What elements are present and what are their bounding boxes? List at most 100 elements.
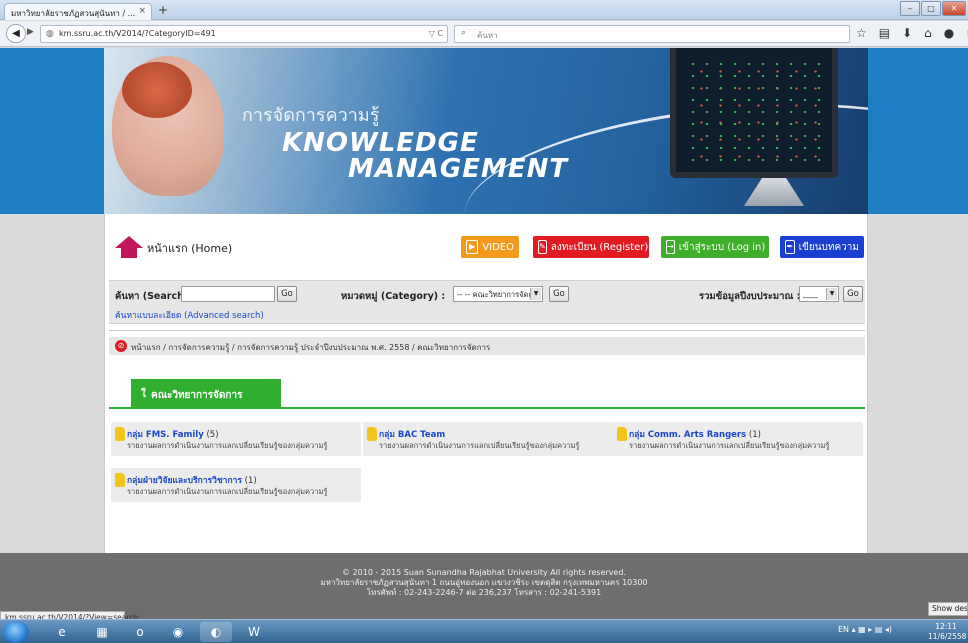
outlook-icon[interactable]: o [124,622,156,642]
group-item[interactable]: กลุ่ม BAC Team รายงานผลการดำเนินงานการแล… [363,422,613,456]
divider [109,330,865,331]
folder-icon [367,427,377,441]
budget-year-select[interactable]: ____ ▼ [799,286,839,302]
category-select[interactable]: -- -- คณะวิทยาการจัดการ ▼ [453,286,543,302]
browser-tab[interactable]: มหาวิทยาลัยราชภัฏสวนสุนันทา / ... × [4,3,152,20]
back-arrow-icon[interactable]: ◀ [6,24,26,43]
breadcrumb-text[interactable]: หน้าแรก / การจัดการความรู้ / การจัดการคว… [131,343,490,352]
contact: โทรศัพท์ : 02-243-2246-7 ต่อ 236,237 โทร… [366,588,602,597]
login-button[interactable]: → เข้าสู่ระบบ (Log in) [661,236,769,258]
language-indicator[interactable]: EN [838,625,849,634]
video-button[interactable]: ▶ VIDEO [461,236,519,258]
chrome-icon[interactable]: ◉ [162,622,194,642]
login-arrow-icon: → [666,240,675,254]
budget-year-selected: ____ [803,289,818,298]
write-label: เขียนบทความ [798,241,859,253]
folder-icon [115,427,125,441]
register-button[interactable]: ✎ ลงทะเบียน (Register) [533,236,649,258]
new-tab-button[interactable]: + [158,3,168,17]
category-tab-label: คณะวิทยาการจัดการ [151,390,243,401]
close-tab-icon[interactable]: × [138,6,146,16]
browser-toolbar: ☆ ▤ ⬇ ⌂ ● ≡ [856,26,968,40]
folder-icon [115,473,125,487]
breadcrumb: ⊘ หน้าแรก / การจัดการความรู้ / การจัดการ… [109,337,865,355]
close-window-icon[interactable]: ✕ [942,1,966,16]
system-tray[interactable]: EN ▴ ▦ ▸ ▤ ◂) [838,625,892,634]
home-icon[interactable]: ⌂ [924,26,932,40]
word-icon[interactable]: W [238,622,270,642]
show-desktop-tooltip: Show desktop [928,602,968,616]
group-desc: รายงานผลการดำเนินงานการแลกเปลี่ยนเรียนรู… [379,441,580,450]
forward-arrow-icon[interactable]: ▶ [27,27,34,37]
search-icon: ⌕ [461,28,467,38]
browser-navbar: ◀ ▶ ◍ km.ssru.ac.th/V2014/?CategoryID=49… [0,21,968,47]
download-icon[interactable]: ⬇ [902,26,912,40]
group-link[interactable]: กลุ่ม BAC Team [379,430,445,440]
category-underline [109,407,865,409]
reload-icon[interactable]: ▽ C [429,29,443,38]
home-link[interactable]: หน้าแรก (Home) [115,234,232,258]
main-content: หน้าแรก (Home) ▶ VIDEO ✎ ลงทะเบียน (Regi… [104,214,868,589]
advanced-search-link[interactable]: ค้นหาแบบละเอียด (Advanced search) [115,308,264,322]
category-label: หมวดหมู่ (Category) : [341,291,446,302]
group-item[interactable]: กลุ่มฝ่ายวิจัยและบริการวิชาการ (1) รายงา… [111,468,361,502]
bookmark-star-icon[interactable]: ☆ [856,26,867,40]
clock[interactable]: 12:11 11/6/2558 [928,622,967,642]
folder-icon [617,427,627,441]
group-count: (1) [244,476,257,486]
play-icon: ▶ [466,240,479,254]
clock-time: 12:11 [935,622,957,631]
site-footer: © 2010 - 2015 Suan Sunandha Rajabhat Uni… [0,553,968,619]
budget-go-button[interactable]: Go [843,286,863,302]
bookmarks-list-icon[interactable]: ▤ [879,26,890,40]
page-viewport: การจัดการความรู้ KNOWLEDGE MANAGEMENT หน… [0,48,968,619]
category-tab[interactable]: ใ คณะวิทยาการจัดการ [131,379,281,407]
tray-icons[interactable]: ▴ ▦ ▸ ▤ ◂) [852,625,892,634]
start-button[interactable] [3,621,29,643]
explorer-folder-icon[interactable]: ▦ [86,622,118,642]
clock-date: 11/6/2558 [928,632,967,641]
group-count: (1) [748,430,761,440]
register-label: ลงทะเบียน (Register) [550,241,649,253]
group-link[interactable]: กลุ่มฝ่ายวิจัยและบริการวิชาการ [127,476,242,486]
banner-management: MANAGEMENT [348,154,569,184]
search-input[interactable] [181,286,275,302]
chevron-down-icon: ▼ [826,288,837,300]
banner-thai-title: การจัดการความรู้ [242,105,380,126]
copyright: © 2010 - 2015 Suan Sunandha Rajabhat Uni… [342,568,626,577]
browser-search-input[interactable]: ⌕ ค้นหา [454,25,850,43]
login-label: เข้าสู่ระบบ (Log in) [678,241,766,253]
group-item[interactable]: กลุ่ม FMS. Family (5) รายงานผลการดำเนินง… [111,422,361,456]
faculty-icon: ใ [141,389,146,400]
window-controls: – □ ✕ [900,1,966,16]
group-link[interactable]: กลุ่ม FMS. Family [127,430,204,440]
home-label: หน้าแรก (Home) [147,242,233,255]
group-item[interactable]: กลุ่ม Comm. Arts Rangers (1) รายงานผลการ… [613,422,863,456]
maximize-icon[interactable]: □ [921,1,941,16]
tab-title: มหาวิทยาลัยราชภัฏสวนสุนันทา / ... [11,9,136,18]
globe-icon: ◍ [46,29,54,39]
quill-icon: ✒ [785,240,795,254]
budget-year-label: รวมข้อมูลปีงบประมาณ : [699,291,801,302]
chevron-down-icon: ▼ [530,288,541,300]
minimize-icon[interactable]: – [900,1,920,16]
address: มหาวิทยาลัยราชภัฏสวนสุนันทา 1 ถนนอู่ทองน… [320,578,648,587]
brain-icon [122,62,192,118]
group-link[interactable]: กลุ่ม Comm. Arts Rangers [629,430,746,440]
browser-titlebar: มหาวิทยาลัยราชภัฏสวนสุนันทา / ... × + – … [0,0,968,20]
ie-icon[interactable]: e [46,622,78,642]
chat-icon[interactable]: ● [944,26,954,40]
category-selected: -- -- คณะวิทยาการจัดการ [457,290,542,299]
address-bar[interactable]: ◍ km.ssru.ac.th/V2014/?CategoryID=491 ▽ … [40,25,448,43]
header-band: การจัดการความรู้ KNOWLEDGE MANAGEMENT [0,48,968,214]
write-article-button[interactable]: ✒ เขียนบทความ [780,236,864,258]
group-count: (5) [206,430,219,440]
pencil-icon: ✎ [538,240,547,254]
address-text: km.ssru.ac.th/V2014/?CategoryID=491 [59,29,216,38]
firefox-icon[interactable]: ◐ [200,622,232,642]
search-panel: ค้นหา (Search): Go หมวดหมู่ (Category) :… [109,280,865,324]
group-desc: รายงานผลการดำเนินงานการแลกเปลี่ยนเรียนรู… [127,487,328,496]
taskbar: e ▦ o ◉ ◐ W EN ▴ ▦ ▸ ▤ ◂) 12:11 11/6/255… [0,619,968,643]
category-go-button[interactable]: Go [549,286,569,302]
search-go-button[interactable]: Go [277,286,297,302]
